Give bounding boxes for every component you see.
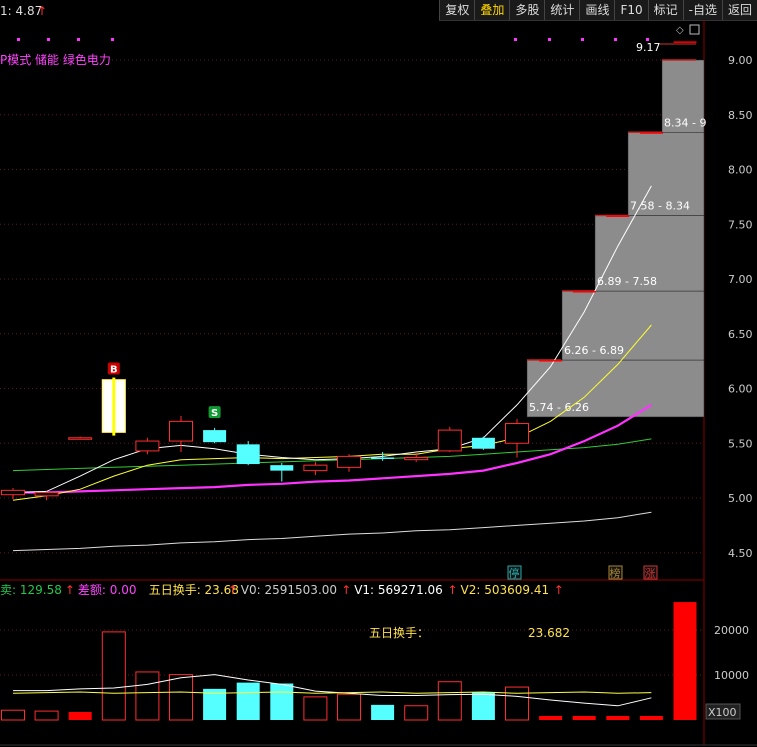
- volume-bar: [169, 674, 193, 721]
- volume-header-item: V2: 503609.41: [461, 583, 550, 597]
- candle-body: [303, 464, 328, 472]
- candle-body: [68, 437, 93, 440]
- volume-bar: [135, 671, 160, 721]
- y-axis-label: 4.50: [728, 547, 753, 560]
- candle-body: [572, 291, 596, 293]
- volume-bar: [505, 686, 529, 721]
- candle-body: [673, 41, 697, 43]
- volume-bar: [101, 631, 126, 721]
- volume-bar: [236, 682, 260, 720]
- y-axis-label: 5.00: [728, 492, 753, 505]
- indicator-names: P模式 储能 绿色电力: [0, 52, 111, 67]
- y-axis-label: 7.50: [728, 218, 753, 231]
- chip-range-label: 7.58 - 8.34: [630, 199, 690, 212]
- candle-body: [1, 489, 25, 496]
- volume-bars: [1, 602, 697, 721]
- volume-bar: [606, 715, 630, 720]
- chip-range-label: 6.89 - 7.58: [597, 275, 657, 288]
- price-header-arrow: ↑: [37, 4, 47, 18]
- volume-bar: [1, 709, 25, 721]
- candle-body: [236, 444, 260, 465]
- volume-bar: [371, 704, 395, 720]
- volume-header-item: V0: 2591503.00: [241, 583, 337, 597]
- y-axis-label: 6.50: [728, 328, 753, 341]
- diamond-icon: ◇: [676, 25, 684, 36]
- volume-header-item: 差额: 0.00: [78, 583, 137, 597]
- y-axis-label: 8.50: [728, 109, 753, 122]
- y-axis-label: 9.00: [728, 54, 753, 67]
- price-header: 1: 4.87: [0, 4, 42, 18]
- volume-header-item: V1: 569271.06: [354, 583, 443, 597]
- candle-body: [505, 423, 529, 444]
- candle-body: [270, 465, 294, 471]
- candle-body: [404, 456, 429, 461]
- signal-dot: [17, 38, 20, 41]
- candle-body: [606, 215, 630, 217]
- event-marker: 榜: [610, 566, 621, 580]
- volume-header-arrow: ↑: [65, 583, 75, 597]
- sell-marker: S: [211, 408, 218, 419]
- buy-marker: B: [110, 365, 118, 376]
- signal-dot: [111, 38, 114, 41]
- volume-header-item: 五日换手: 23.68: [149, 583, 239, 597]
- volume-bar: [539, 715, 563, 720]
- volume-axis-label: 20000: [714, 624, 749, 637]
- volume-header-item: 卖: 129.58: [0, 583, 62, 597]
- volume-bar: [303, 696, 328, 721]
- volume-axis-label: X100: [708, 706, 737, 719]
- candle-body: [169, 420, 193, 442]
- volume-header-arrow: ↑: [341, 583, 351, 597]
- ma5-line: [12, 185, 652, 493]
- candles: [1, 41, 697, 501]
- candle-body: [539, 360, 563, 362]
- volume-info-label: 五日换手：: [369, 626, 429, 640]
- event-marker: 停: [509, 566, 520, 580]
- volume-bar: [404, 705, 429, 721]
- ma120-line: [12, 511, 652, 552]
- signal-dot: [614, 38, 617, 41]
- candle-body: [203, 430, 227, 443]
- chip-range-label: 8.34 - 9: [664, 116, 706, 129]
- candle-body: [135, 440, 160, 452]
- signal-dot: [581, 38, 584, 41]
- signal-dot: [47, 38, 50, 41]
- volume-bar: [437, 681, 462, 721]
- volume-bar: [68, 711, 92, 720]
- signal-dot: [77, 38, 80, 41]
- volume-header-arrow: ↑: [448, 583, 458, 597]
- volume-bar: [639, 715, 663, 720]
- candle-body: [437, 429, 462, 452]
- chip-profile: 5.74 - 6.26 6.26 - 6.89 6.89 - 7.58 7.58 - …: [526, 59, 706, 418]
- y-axis-label: 7.00: [728, 273, 753, 286]
- stock-chart[interactable]: 5.74 - 6.26 6.26 - 6.89 6.89 - 7.58 7.58 - …: [0, 0, 757, 747]
- panel-icon: [689, 24, 700, 35]
- volume-bar: [673, 602, 697, 720]
- signal-dot: [548, 38, 551, 41]
- peak-price-label: 9.17: [636, 41, 661, 54]
- chip-range-label: 6.26 - 6.89: [564, 344, 624, 357]
- volume-axis-label: 10000: [714, 669, 749, 682]
- chip-range-label: 5.74 - 6.26: [529, 401, 589, 414]
- candle-body: [371, 457, 395, 459]
- event-marker: 涨: [645, 567, 656, 580]
- volume-bar: [270, 683, 294, 720]
- signal-dot: [646, 38, 649, 41]
- volume-bar: [572, 715, 596, 720]
- volume-header-arrow: ↑: [554, 583, 564, 597]
- candle-body: [471, 437, 495, 449]
- candle-body: [337, 455, 361, 468]
- volume-bar: [337, 693, 361, 721]
- volume-info-value: 23.682: [528, 626, 570, 640]
- candle-body: [34, 492, 59, 497]
- volume-bar: [34, 710, 59, 721]
- volume-bar: [471, 692, 495, 720]
- signal-dot: [514, 38, 517, 41]
- volume-header-arrow: ↑: [228, 583, 238, 597]
- y-axis-label: 6.00: [728, 383, 753, 396]
- y-axis-label: 8.00: [728, 164, 753, 177]
- y-axis-label: 5.50: [728, 437, 753, 450]
- candle-body: [639, 132, 663, 134]
